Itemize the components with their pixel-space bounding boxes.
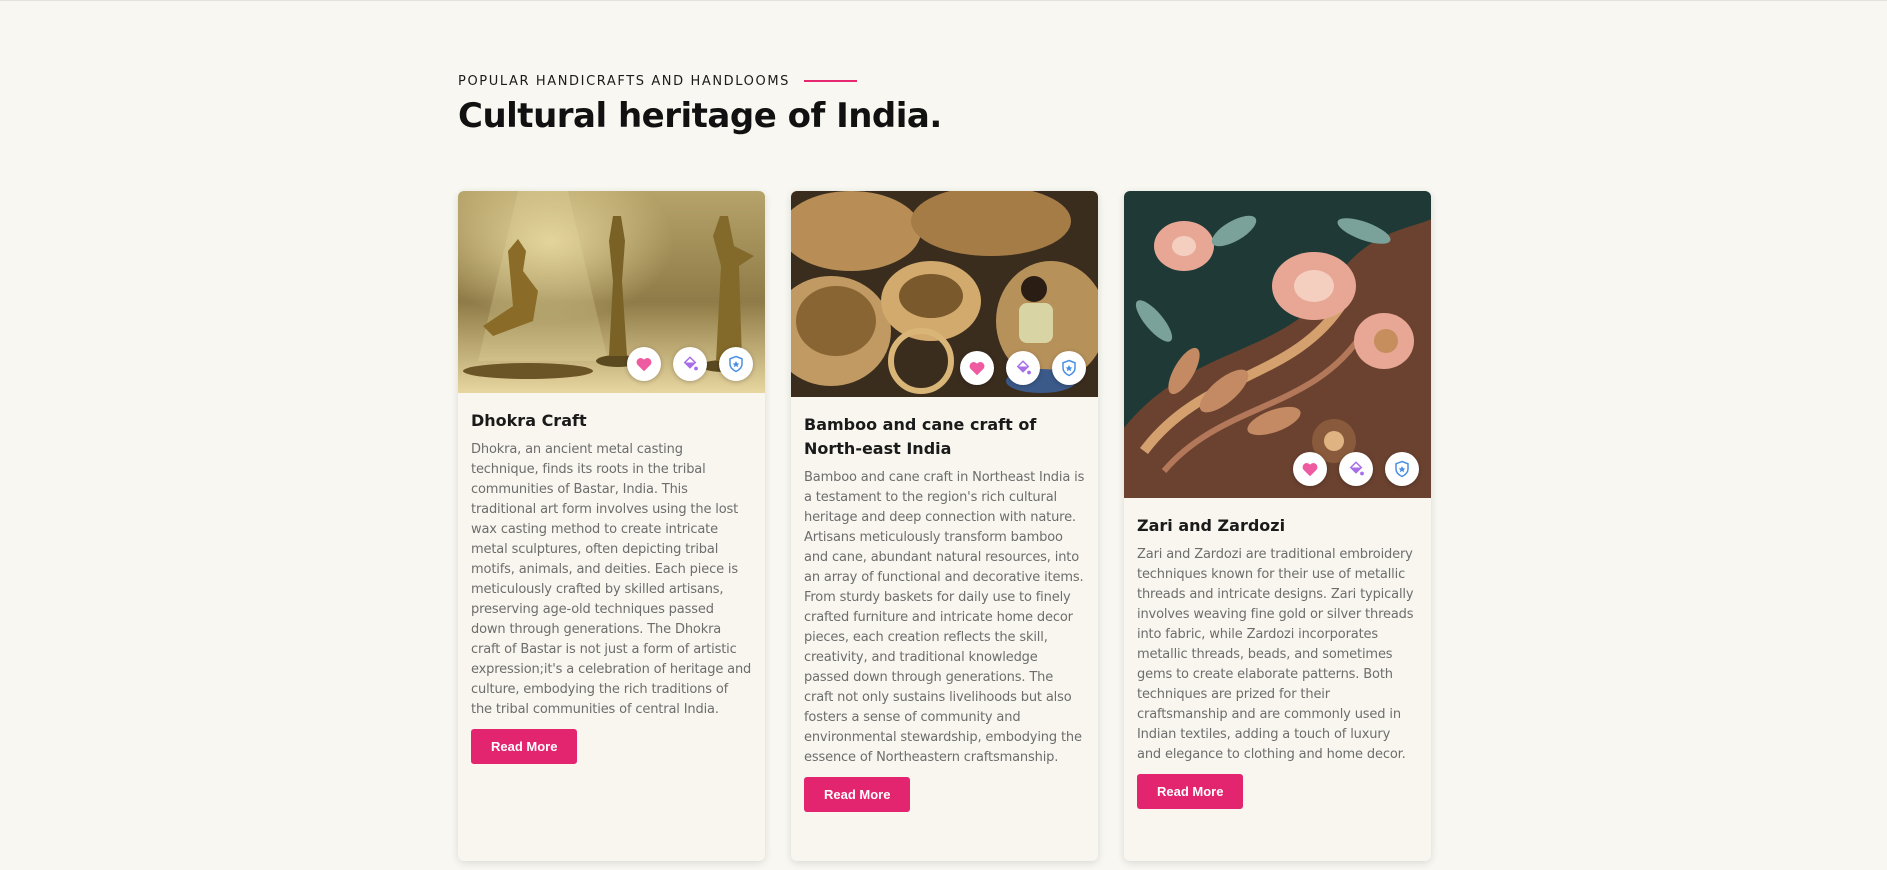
shield-button[interactable] — [1052, 351, 1086, 385]
card-description: Dhokra, an ancient metal casting techniq… — [471, 442, 752, 717]
shield-icon — [729, 355, 743, 373]
paint-bucket-icon — [1016, 360, 1031, 375]
eyebrow-text: POPULAR HANDICRAFTS AND HANDLOOMS — [458, 73, 790, 89]
favorite-button[interactable] — [627, 347, 661, 381]
favorite-button[interactable] — [1293, 452, 1327, 486]
read-more-button[interactable]: Read More — [1137, 774, 1244, 809]
paint-bucket-icon — [1349, 461, 1364, 476]
card-title: Zari and Zardozi — [1137, 516, 1286, 535]
craft-card-bamboo: Bamboo and cane craft of North-east Indi… — [791, 191, 1098, 861]
paint-button[interactable] — [1339, 452, 1373, 486]
craft-card-dhokra: Dhokra Craft Dhokra, an ancient metal ca… — [458, 191, 765, 861]
card-image — [1124, 191, 1431, 498]
section-eyebrow: POPULAR HANDICRAFTS AND HANDLOOMS — [458, 70, 1433, 92]
card-actions — [1293, 452, 1419, 486]
card-description: Bamboo and cane craft in Northeast India… — [804, 470, 1085, 765]
top-divider — [0, 0, 1887, 1]
card-actions — [627, 347, 753, 381]
eyebrow-accent-line — [804, 80, 857, 82]
shield-icon — [1062, 359, 1076, 377]
section-title: Cultural heritage of India. — [458, 96, 942, 136]
card-title: Dhokra Craft — [471, 411, 587, 430]
paint-button[interactable] — [1006, 351, 1040, 385]
craft-card-zari: Zari and Zardozi Zari and Zardozi are tr… — [1124, 191, 1431, 861]
card-actions — [960, 351, 1086, 385]
paint-bucket-icon — [683, 356, 698, 371]
shield-button[interactable] — [719, 347, 753, 381]
card-image — [791, 191, 1098, 397]
read-more-button[interactable]: Read More — [471, 729, 578, 764]
favorite-button[interactable] — [960, 351, 994, 385]
shield-button[interactable] — [1385, 452, 1419, 486]
read-more-button[interactable]: Read More — [804, 777, 911, 812]
card-body: Dhokra Craft Dhokra, an ancient metal ca… — [458, 393, 765, 764]
heart-icon — [969, 362, 985, 376]
shield-icon — [1395, 460, 1409, 478]
heritage-section: POPULAR HANDICRAFTS AND HANDLOOMS Cultur… — [458, 70, 1433, 137]
card-body: Zari and Zardozi Zari and Zardozi are tr… — [1124, 498, 1431, 809]
card-description: Zari and Zardozi are traditional embroid… — [1137, 547, 1414, 762]
heart-icon — [1302, 463, 1318, 477]
heart-icon — [636, 358, 652, 372]
card-image — [458, 191, 765, 393]
paint-button[interactable] — [673, 347, 707, 381]
card-title: Bamboo and cane craft of North-east Indi… — [804, 415, 1037, 458]
card-body: Bamboo and cane craft of North-east Indi… — [791, 397, 1098, 812]
